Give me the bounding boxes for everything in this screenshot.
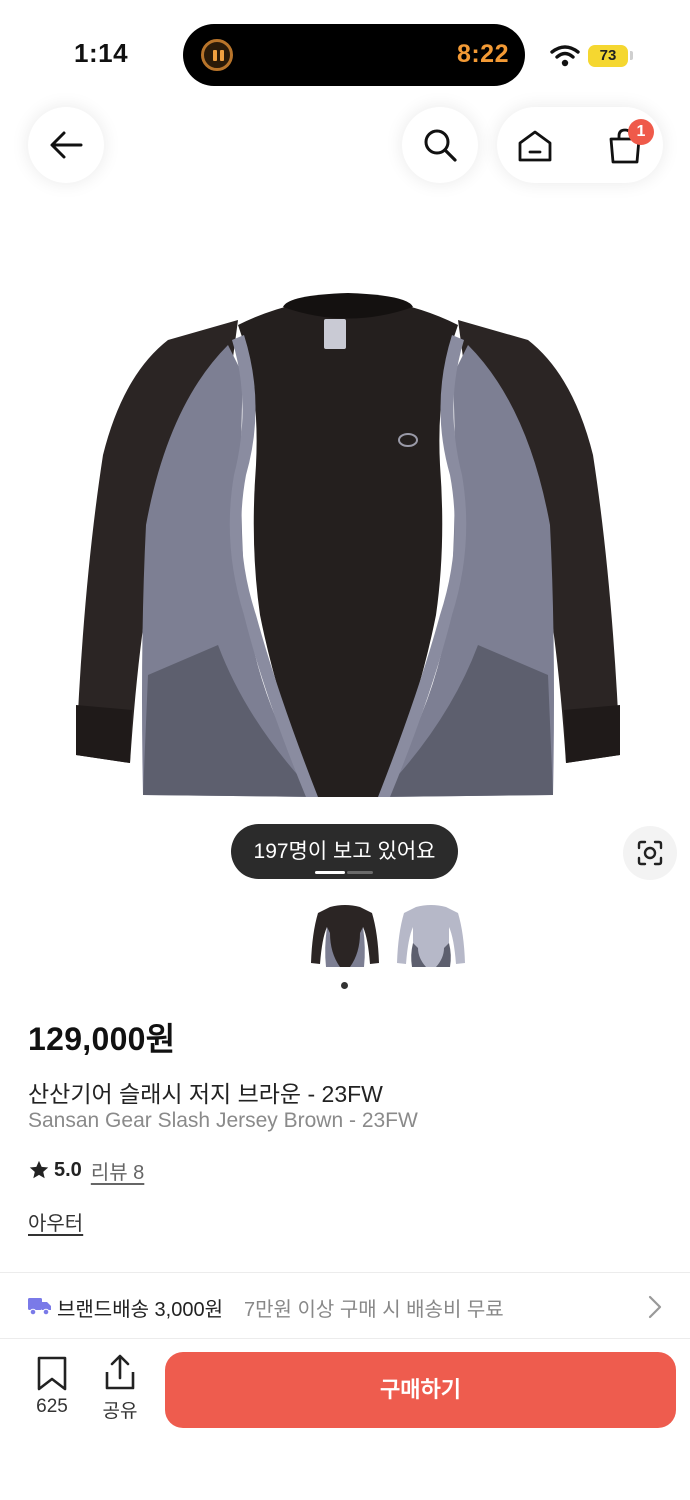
wifi-icon bbox=[550, 45, 580, 67]
star-icon bbox=[29, 1160, 49, 1179]
share-button[interactable]: 공유 bbox=[92, 1352, 148, 1424]
bookmark-icon bbox=[37, 1356, 67, 1391]
product-price: 129,000원 bbox=[28, 1021, 176, 1057]
home-icon bbox=[518, 130, 552, 162]
bookmark-button[interactable]: 625 bbox=[22, 1352, 82, 1424]
visual-search-icon bbox=[637, 840, 663, 866]
product-image[interactable] bbox=[68, 285, 628, 805]
shipping-row[interactable]: 브랜드배송 3,000원 7만원 이상 구매 시 배송비 무료 bbox=[0, 1273, 690, 1339]
cart-count-badge: 1 bbox=[628, 119, 654, 145]
activity-timer: 8:22 bbox=[456, 40, 509, 68]
search-icon bbox=[424, 129, 457, 162]
product-name-english: Sansan Gear Slash Jersey Brown - 23FW bbox=[28, 1109, 418, 1132]
chevron-right-icon bbox=[648, 1295, 662, 1319]
shipping-label: 브랜드배송 3,000원 bbox=[57, 1299, 224, 1321]
bookmark-count: 625 bbox=[36, 1396, 68, 1417]
truck-icon bbox=[28, 1298, 51, 1316]
thumbnail-dot bbox=[341, 982, 348, 989]
shipping-note: 7만원 이상 구매 시 배송비 무료 bbox=[244, 1299, 504, 1321]
home-button[interactable] bbox=[511, 124, 559, 168]
review-link[interactable]: 리뷰 8 bbox=[91, 1156, 144, 1185]
rating-value: 5.0 bbox=[54, 1158, 82, 1181]
category-link[interactable]: 아우터 bbox=[28, 1207, 83, 1236]
thumbnail-black-jersey[interactable] bbox=[310, 903, 380, 969]
pager-indicator bbox=[347, 871, 373, 874]
arrow-left-icon bbox=[50, 131, 83, 159]
rating-row: 5.0 리뷰 8 bbox=[28, 1156, 144, 1185]
share-label: 공유 bbox=[102, 1401, 138, 1422]
search-button[interactable] bbox=[402, 107, 478, 183]
product-name-korean: 산산기어 슬래시 저지 브라운 - 23FW bbox=[28, 1081, 383, 1107]
thumbnail-gray-jersey[interactable] bbox=[396, 903, 466, 969]
visual-search-button[interactable] bbox=[623, 826, 677, 880]
status-time: 1:14 bbox=[74, 38, 129, 68]
divider bbox=[0, 1338, 690, 1339]
pager-indicator-active bbox=[315, 871, 345, 874]
dynamic-island[interactable]: 8:22 bbox=[183, 24, 525, 86]
back-button[interactable] bbox=[28, 107, 104, 183]
share-icon bbox=[105, 1354, 135, 1390]
pause-icon[interactable] bbox=[201, 39, 233, 71]
buy-button[interactable]: 구매하기 bbox=[165, 1352, 676, 1428]
battery-icon: 73 bbox=[588, 45, 628, 67]
battery-tip bbox=[630, 51, 633, 60]
